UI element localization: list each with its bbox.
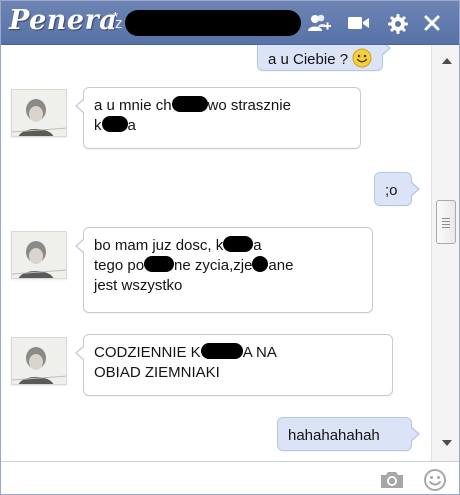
message-text: a u mnie ch	[94, 97, 172, 114]
gear-icon[interactable]	[387, 13, 409, 34]
scrollbar-grip	[442, 227, 450, 228]
censor-blot: redacted	[223, 236, 254, 252]
message-line: kredacted a	[94, 116, 350, 136]
message-text: a	[253, 237, 262, 254]
watermark-logo: Penera	[9, 5, 118, 36]
avatar[interactable]	[11, 89, 67, 137]
message-line: tego poredacted ne zycia,zjeredacted ane	[94, 256, 362, 276]
message-text: k	[94, 117, 102, 134]
scrollbar-grip	[442, 221, 450, 222]
scrollbar-thumb[interactable]	[436, 200, 456, 244]
message-text: ne zycia,zje	[174, 257, 253, 274]
video-call-icon[interactable]	[347, 13, 369, 33]
message-line: a u Ciebie ?	[268, 48, 372, 70]
add-user-icon[interactable]	[307, 13, 331, 33]
avatar[interactable]	[11, 337, 67, 385]
message-line: CODZIENNIE Kredacted A NA	[94, 343, 382, 363]
message-bubble-incoming: a u mnie chredacted wo strasznie kredacted…	[75, 87, 361, 149]
censor-blot: redacted	[144, 256, 175, 272]
chat-header: Penera * z redacted	[1, 1, 459, 45]
message-text: hahahahahah	[288, 427, 380, 444]
message-bubble-outgoing: ;o	[374, 172, 420, 206]
censor-blot: redacted	[252, 256, 269, 272]
scroll-down-arrow-icon[interactable]	[441, 435, 453, 446]
message-text: OBIAD ZIEMNIAKI	[94, 364, 220, 381]
message-text: ane	[268, 257, 294, 274]
message-bubble-outgoing: hahahahahah	[277, 417, 420, 451]
message-text: ;o	[385, 182, 398, 199]
message-text: CODZIENNIE K	[94, 344, 201, 361]
message-text: a u Ciebie ?	[268, 51, 353, 68]
message-line: a u mnie chredacted wo strasznie	[94, 96, 350, 116]
scroll-up-arrow-icon[interactable]	[441, 53, 453, 64]
message-line: OBIAD ZIEMNIAKI	[94, 363, 382, 383]
scrollbar[interactable]	[431, 45, 459, 461]
message-line: bo mam juz dosc, kredacted a	[94, 236, 362, 256]
avatar[interactable]	[11, 231, 67, 279]
message-text: jest wszystko	[94, 277, 183, 294]
message-bubble-outgoing: a u Ciebie ?	[257, 45, 392, 71]
censor-blot: redacted	[101, 116, 128, 132]
message-input[interactable]	[7, 466, 367, 492]
close-icon[interactable]	[422, 13, 444, 33]
censor-blot: redacted	[200, 343, 243, 359]
chat-title-prefix: z	[115, 15, 123, 32]
message-text: bo mam juz dosc, k	[94, 237, 224, 254]
message-text: wo strasznie	[207, 97, 291, 114]
message-bubble-incoming: CODZIENNIE Kredacted A NA OBIAD ZIEMNIAKI	[75, 334, 393, 396]
message-bubble-incoming: bo mam juz dosc, kredacted a tego poredact…	[75, 227, 373, 313]
chat-title-redacted[interactable]: redacted	[125, 10, 301, 36]
scrollbar-grip	[442, 224, 450, 225]
smile-emoji-icon	[352, 48, 372, 68]
message-text: tego po	[94, 257, 145, 274]
message-composer	[1, 461, 459, 494]
camera-icon[interactable]	[379, 470, 405, 490]
message-text: A NA	[242, 344, 277, 361]
message-line: hahahahahah	[288, 426, 401, 446]
message-line: jest wszystko	[94, 276, 362, 296]
chat-window: Penera * z redacted	[0, 0, 460, 495]
censor-blot: redacted	[171, 96, 208, 112]
scrollbar-grip	[442, 218, 450, 219]
message-line: ;o	[385, 181, 401, 201]
message-list: a u Ciebie ? a u mnie chredacted wo stras…	[1, 45, 431, 461]
emoji-picker-icon[interactable]	[423, 468, 447, 492]
message-text: a	[127, 117, 136, 134]
